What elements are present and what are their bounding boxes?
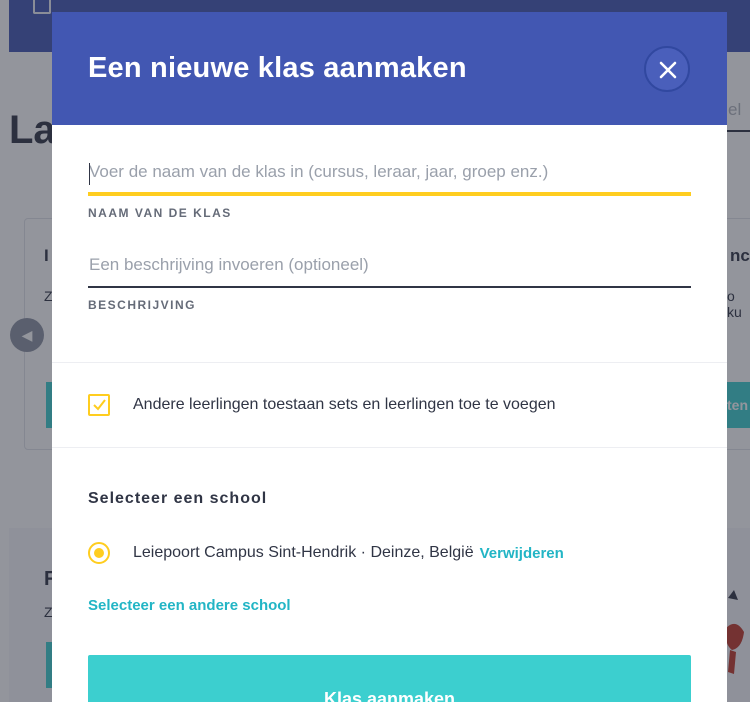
create-class-button[interactable]: Klas aanmaken: [88, 655, 691, 702]
close-icon: [659, 61, 677, 79]
text-cursor: [89, 163, 90, 185]
modal-title: Een nieuwe klas aanmaken: [88, 52, 467, 84]
description-field: BESCHRIJVING: [88, 244, 691, 312]
description-input[interactable]: [88, 244, 691, 288]
divider: [52, 362, 727, 363]
class-name-label: NAAM VAN DE KLAS: [88, 206, 232, 220]
allow-others-checkbox[interactable]: [88, 394, 110, 416]
select-other-school-link[interactable]: Selecteer een andere school: [88, 597, 291, 614]
description-label: BESCHRIJVING: [88, 298, 197, 312]
create-class-modal: Een nieuwe klas aanmaken NAAM VAN DE KLA…: [52, 12, 727, 702]
class-name-input[interactable]: [88, 152, 691, 196]
divider: [52, 447, 727, 448]
checkmark-icon: [93, 399, 106, 411]
remove-school-link[interactable]: Verwijderen: [480, 545, 564, 562]
close-button[interactable]: [644, 46, 690, 92]
allow-others-label: Andere leerlingen toestaan sets en leerl…: [133, 396, 556, 413]
school-radio[interactable]: [88, 542, 110, 564]
allow-others-row: Andere leerlingen toestaan sets en leerl…: [88, 394, 556, 416]
selected-school-row: Leiepoort Campus Sint-Hendrik · Deinze, …: [88, 542, 564, 564]
class-name-field: NAAM VAN DE KLAS: [88, 152, 691, 220]
modal-header: Een nieuwe klas aanmaken: [52, 12, 727, 125]
selected-school-name: Leiepoort Campus Sint-Hendrik · Deinze, …: [133, 544, 474, 561]
school-section-title: Selecteer een school: [88, 490, 268, 507]
